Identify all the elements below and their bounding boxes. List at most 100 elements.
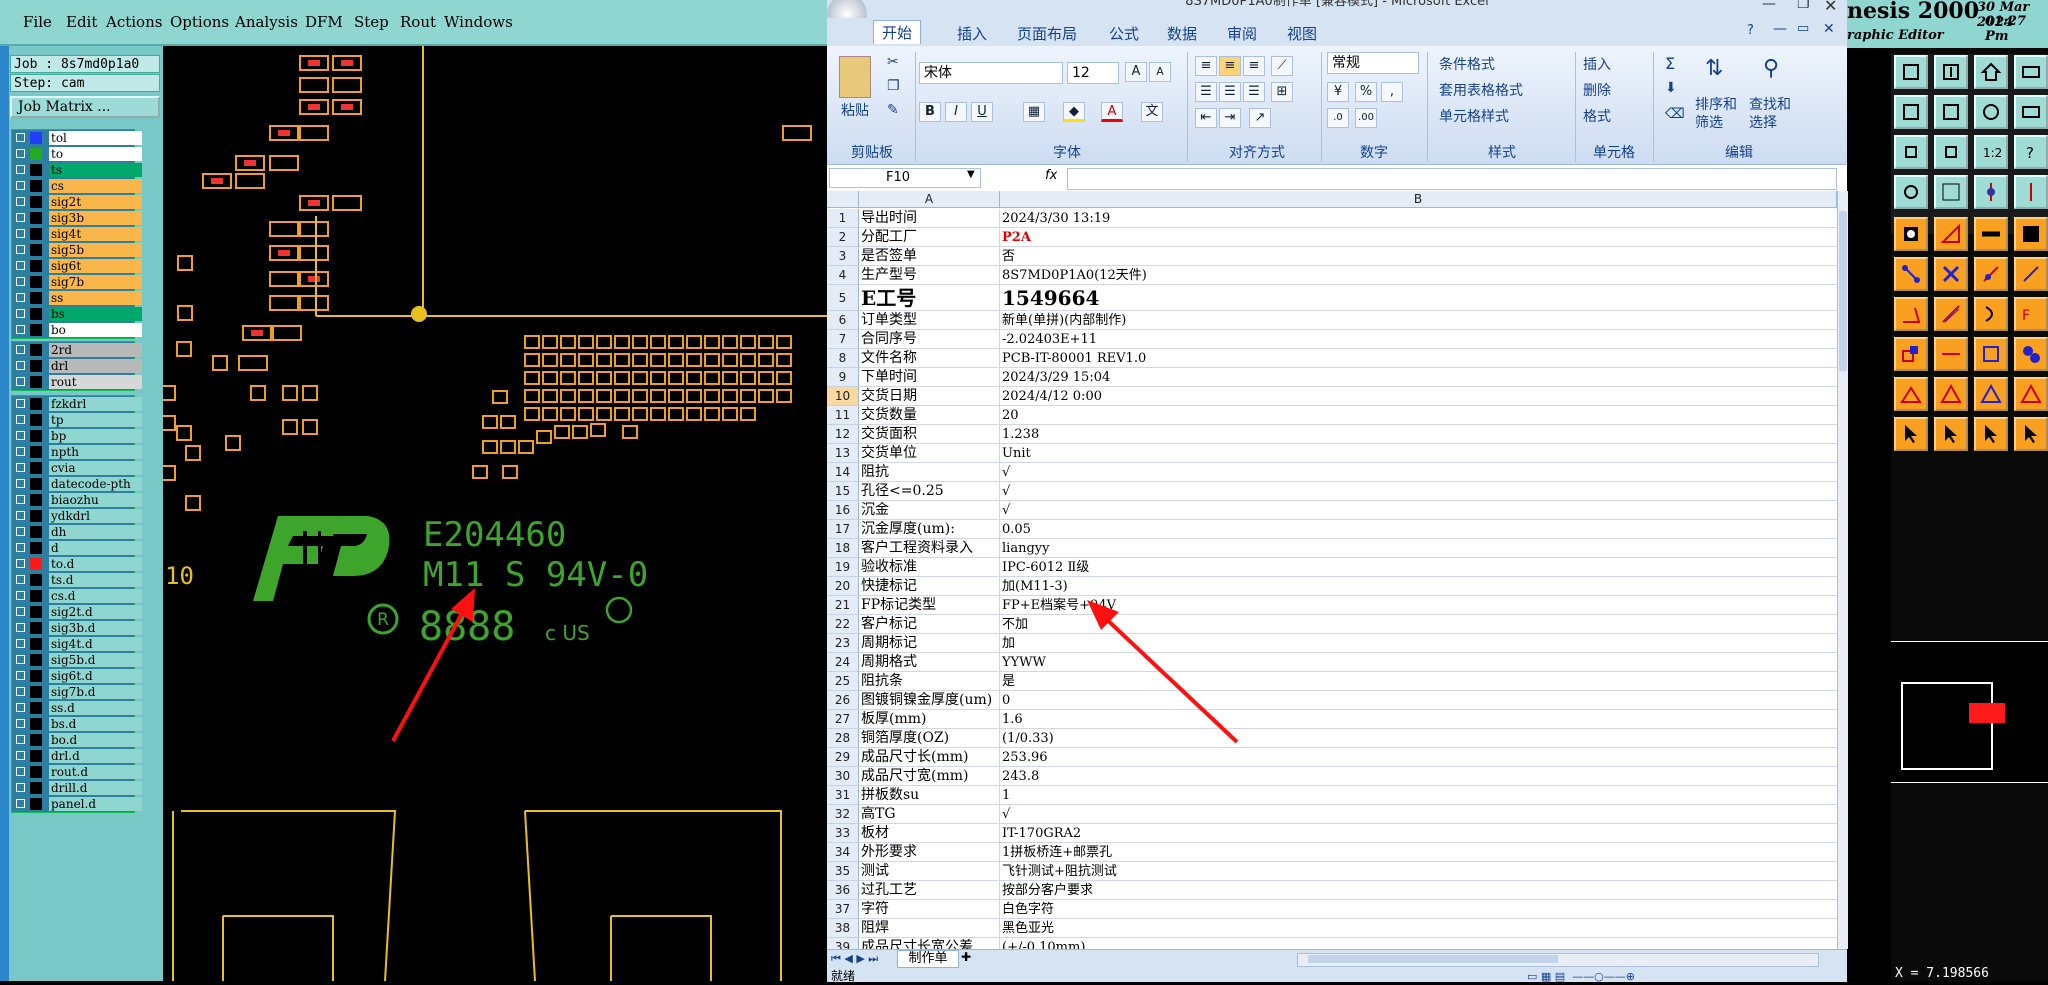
layer-row[interactable]: drill.d [12,780,142,796]
layer-checkbox[interactable] [16,463,25,472]
layer-color-swatch[interactable] [30,244,42,256]
layer-checkbox[interactable] [16,361,25,370]
autosum-icon[interactable]: Σ [1665,54,1675,73]
cell-field-label[interactable]: 阻抗 [859,463,1000,482]
cell-field-value[interactable]: IPC-6012 Ⅱ级 [1000,558,1837,577]
fx-icon[interactable]: fx [1045,168,1057,183]
cell-field-value[interactable]: -2.02403E+11 [1000,330,1837,349]
layer-checkbox[interactable] [16,527,25,536]
cell-field-label[interactable]: 客户标记 [859,615,1000,634]
text-direction-icon[interactable]: ⟋ [1271,56,1293,76]
cell-field-value[interactable]: IT-170GRA2 [1000,824,1837,843]
number-format-box[interactable]: 常规 [1327,52,1419,74]
row-header[interactable]: 6 [827,311,859,330]
layer-color-swatch[interactable] [30,702,42,714]
layer-row[interactable]: cs.d [12,588,142,604]
layer-name[interactable]: bp [49,429,142,443]
layer-checkbox[interactable] [16,197,25,206]
layer-color-swatch[interactable] [30,670,42,682]
layer-name[interactable]: bo [49,323,142,337]
row-header[interactable]: 15 [827,482,859,501]
layer-name[interactable]: cs.d [49,589,142,603]
layer-row[interactable]: sig6t [12,258,142,274]
layer-name[interactable]: 2rd [49,343,142,357]
layer-name[interactable]: ss [49,291,142,305]
sort-filter-icon[interactable]: ⇅ [1705,56,1723,81]
layer-name[interactable]: cs [49,179,142,193]
fill-color-icon[interactable]: ◆ [1063,102,1085,122]
tool-add-surface-icon[interactable] [1934,217,1968,251]
cell-field-label[interactable]: 周期标记 [859,634,1000,653]
fill-icon[interactable]: ⬇ [1665,80,1677,96]
decrease-decimal-icon[interactable]: .00 [1355,108,1377,128]
layer-row[interactable]: ss.d [12,700,142,716]
layer-color-swatch[interactable] [30,494,42,506]
row-header[interactable]: 9 [827,368,859,387]
cell-field-label[interactable]: 文件名称 [859,349,1000,368]
layer-checkbox[interactable] [16,783,25,792]
increase-decimal-icon[interactable]: .0 [1327,108,1349,128]
layer-color-swatch[interactable] [30,376,42,388]
paste-button[interactable]: 粘贴 [841,100,869,120]
tool-select2-icon[interactable] [1934,417,1968,451]
cell-field-label[interactable]: 孔径<=0.25 [859,482,1000,501]
layer-row[interactable]: sig4t.d [12,636,142,652]
cell-field-label[interactable]: 阻焊 [859,919,1000,938]
cell-field-label[interactable]: 板材 [859,824,1000,843]
layer-checkbox[interactable] [16,703,25,712]
cell-field-value[interactable]: (+/-0.10mm) [1000,938,1837,949]
cell-field-label[interactable]: 客户工程资料录入 [859,539,1000,558]
cell-field-label[interactable]: 交货数量 [859,406,1000,425]
tool-line-width-icon[interactable] [1934,337,1968,371]
cell-field-value[interactable]: √ [1000,501,1837,520]
layer-name[interactable]: ts.d [49,573,142,587]
italic-icon[interactable]: I [945,102,967,122]
layer-color-swatch[interactable] [30,292,42,304]
cell-field-value[interactable]: 1.238 [1000,425,1837,444]
row-header[interactable]: 36 [827,881,859,900]
hscroll-thumb[interactable] [1308,955,1558,963]
layer-color-swatch[interactable] [30,446,42,458]
cell-field-value[interactable]: 20 [1000,406,1837,425]
layer-name[interactable]: bs [49,307,142,321]
layer-color-swatch[interactable] [30,654,42,666]
close-icon[interactable]: ✕ [1824,0,1837,15]
layer-name[interactable]: d [49,541,142,555]
layer-name[interactable]: sig3b [49,211,142,225]
cell-field-label[interactable]: 成品尺寸宽(mm) [859,767,1000,786]
cell-field-label[interactable]: 交货单位 [859,444,1000,463]
layer-row[interactable]: to [12,146,142,162]
layer-row[interactable]: ts [12,162,142,178]
cell-field-label[interactable]: 合同序号 [859,330,1000,349]
layer-color-swatch[interactable] [30,478,42,490]
layer-row[interactable]: bs [12,306,142,322]
layer-name[interactable]: sig7b.d [49,685,142,699]
menu-options[interactable]: Options [170,13,229,31]
layer-checkbox[interactable] [16,399,25,408]
layer-color-swatch[interactable] [30,276,42,288]
cell-field-value[interactable]: PCB-IT-80001 REV1.0 [1000,349,1837,368]
row-header[interactable]: 22 [827,615,859,634]
tab-review[interactable]: 审阅 [1227,23,1257,44]
layer-checkbox[interactable] [16,559,25,568]
font-color-icon[interactable]: A [1101,102,1123,122]
tool-add-pad-icon[interactable] [1894,217,1928,251]
layer-name[interactable]: sig5b.d [49,653,142,667]
tool-move-point-icon[interactable] [1974,257,2008,291]
formula-input[interactable] [1067,168,1837,190]
layer-name[interactable]: sig5b [49,243,142,257]
align-right-icon[interactable]: ☰ [1243,82,1265,102]
row-header[interactable]: 7 [827,330,859,349]
layer-color-swatch[interactable] [30,718,42,730]
align-top-icon[interactable]: ≡ [1195,56,1217,76]
layer-name[interactable]: to [49,147,142,161]
cell-field-value[interactable]: 1549664 [1000,285,1837,311]
row-header[interactable]: 2 [827,228,859,247]
align-bottom-icon[interactable]: ≡ [1243,56,1265,76]
layer-color-swatch[interactable] [30,212,42,224]
cell-field-label[interactable]: FP标记类型 [859,596,1000,615]
layer-color-swatch[interactable] [30,510,42,522]
vertical-scrollbar[interactable] [1837,191,1848,949]
layer-checkbox[interactable] [16,165,25,174]
layer-checkbox[interactable] [16,607,25,616]
